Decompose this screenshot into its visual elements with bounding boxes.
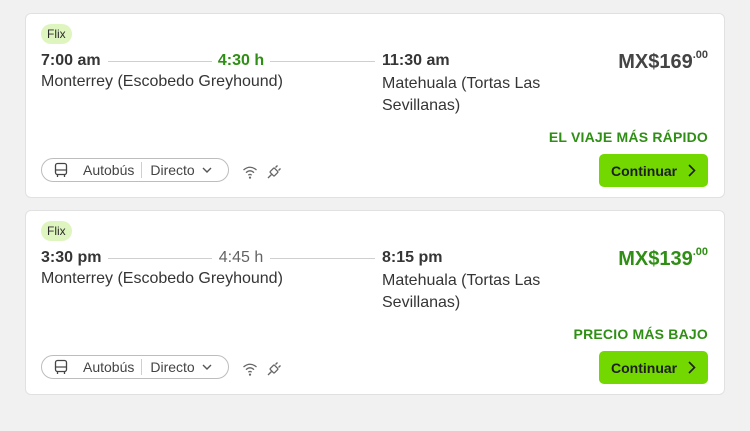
arrival-station: Matehuala (Tortas Las Sevillanas): [382, 75, 541, 114]
trip-card[interactable]: Flix 7:00 am 4:30 h 11:30 am Monterrey (…: [25, 13, 725, 198]
timeline-divider: [108, 258, 212, 259]
power-plug-icon: [267, 362, 281, 376]
continue-button[interactable]: Continuar: [599, 351, 708, 384]
chevron-down-icon: [202, 167, 212, 173]
bus-icon: [54, 162, 68, 177]
trip-duration: 4:30 h: [217, 52, 265, 69]
highlight-tag: EL VIAJE MÁS RÁPIDO: [548, 129, 708, 145]
operator-badge: Flix: [41, 24, 72, 44]
highlight-tag: PRECIO MÁS BAJO: [573, 326, 708, 342]
trip-details-toggle[interactable]: Autobús Directo: [41, 355, 229, 379]
power-plug-icon: [267, 165, 281, 179]
pill-divider: [141, 359, 143, 375]
trip-details-toggle[interactable]: Autobús Directo: [41, 158, 229, 182]
chevron-right-icon: [688, 164, 696, 177]
route-type: Directo: [150, 359, 195, 375]
pill-divider: [141, 162, 143, 178]
arrival-time: 11:30 am: [382, 52, 450, 69]
chevron-right-icon: [688, 361, 696, 374]
trip-duration: 4:45 h: [218, 249, 264, 266]
departure-station: Monterrey (Escobedo Greyhound): [41, 73, 283, 90]
trip-price: MX$139.00: [618, 246, 708, 271]
departure-station: Monterrey (Escobedo Greyhound): [41, 270, 283, 287]
departure-time: 3:30 pm: [41, 249, 102, 266]
operator-badge: Flix: [41, 221, 72, 241]
timeline-divider: [270, 61, 375, 62]
vehicle-type: Autobús: [83, 162, 135, 178]
route-type: Directo: [150, 162, 195, 178]
continue-button[interactable]: Continuar: [599, 154, 708, 187]
wifi-icon: [243, 363, 257, 376]
price-amount: MX$169: [618, 51, 693, 73]
timeline-divider: [270, 258, 375, 259]
continue-button-label: Continuar: [611, 162, 678, 179]
arrival-time: 8:15 pm: [382, 249, 443, 266]
vehicle-type: Autobús: [83, 359, 135, 375]
arrival-station: Matehuala (Tortas Las Sevillanas): [382, 272, 541, 311]
trip-price: MX$169.00: [618, 49, 708, 74]
price-cents: .00: [692, 246, 708, 259]
chevron-down-icon: [202, 364, 212, 370]
departure-time: 7:00 am: [41, 52, 101, 69]
continue-button-label: Continuar: [611, 359, 678, 376]
price-amount: MX$139: [618, 248, 693, 270]
wifi-icon: [243, 166, 257, 179]
timeline-divider: [108, 61, 212, 62]
bus-icon: [54, 359, 68, 374]
price-cents: .00: [692, 49, 708, 62]
trip-card[interactable]: Flix 3:30 pm 4:45 h 8:15 pm Monterrey (E…: [25, 210, 725, 395]
